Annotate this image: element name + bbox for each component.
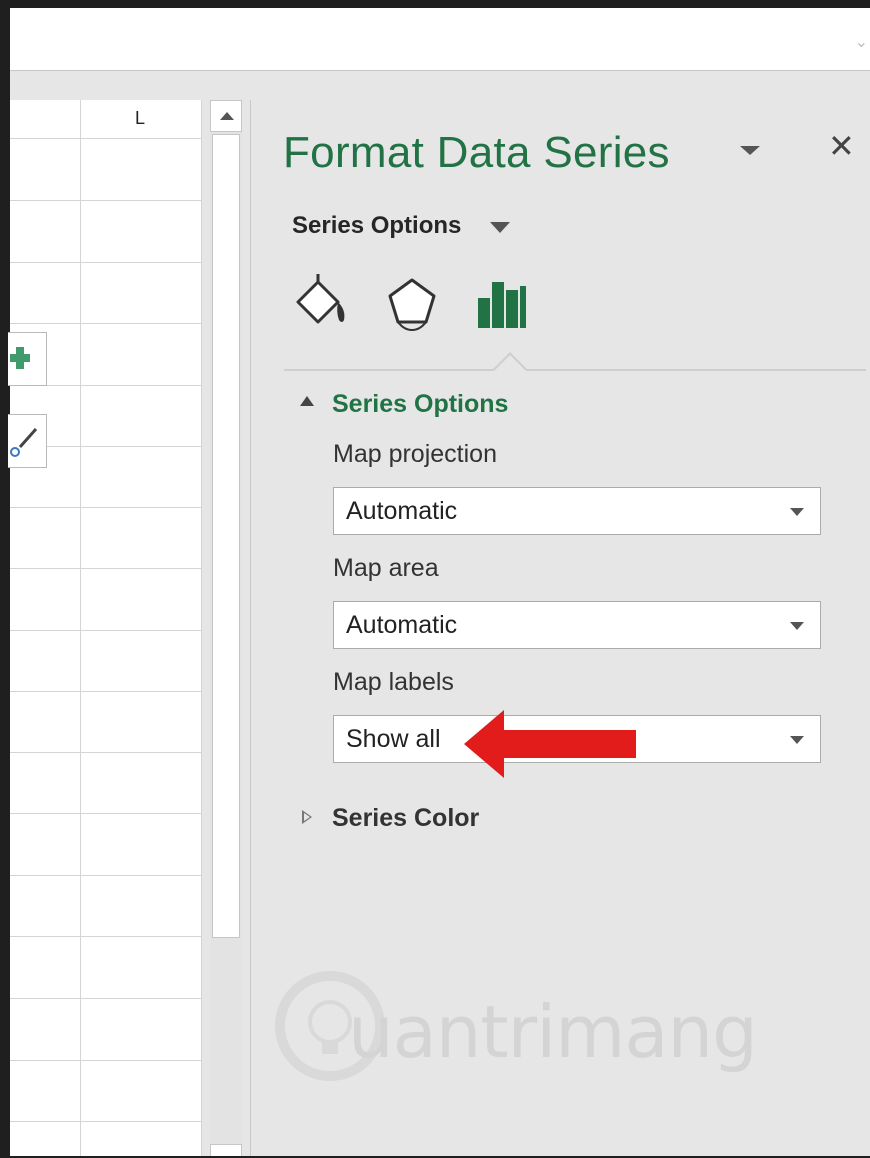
map-labels-label: Map labels (333, 668, 454, 696)
row-gridline (10, 875, 202, 876)
window-frame-left (0, 0, 10, 1158)
expand-formula-bar-chevron-icon[interactable]: ⌄ (855, 32, 868, 52)
plus-icon (10, 347, 30, 369)
section-series-color-header[interactable]: Series Color (332, 804, 479, 833)
row-gridline (10, 323, 202, 324)
row-gridline (10, 568, 202, 569)
pane-title: Format Data Series (283, 128, 670, 177)
paintbrush-icon (10, 428, 38, 457)
map-labels-value: Show all (346, 725, 441, 753)
map-projection-select[interactable]: Automatic (333, 487, 821, 535)
row-gridline (10, 752, 202, 753)
chevron-down-icon[interactable] (490, 222, 510, 233)
row-gridline (10, 998, 202, 999)
scroll-up-arrow-icon (220, 112, 234, 120)
watermark-text: uantrimang (348, 990, 758, 1074)
pane-separator (250, 100, 251, 1158)
tab-strip-divider (284, 369, 866, 371)
worksheet-grid[interactable] (10, 100, 202, 1158)
map-area-value: Automatic (346, 611, 458, 639)
row-gridline (10, 630, 202, 631)
window-frame-top (0, 0, 870, 8)
scrollbar-thumb[interactable] (212, 134, 240, 938)
map-area-select[interactable]: Automatic (333, 601, 821, 649)
row-gridline (10, 1060, 202, 1061)
row-gridline (10, 138, 202, 139)
column-header-row: L (10, 100, 202, 139)
column-header-l[interactable]: L (80, 100, 200, 138)
chevron-down-icon (790, 736, 804, 744)
row-gridline (10, 691, 202, 692)
chevron-down-icon (790, 508, 804, 516)
row-gridline (10, 200, 202, 201)
fill-bucket-icon[interactable] (292, 272, 352, 334)
pentagon-effects-icon[interactable] (382, 272, 442, 334)
map-projection-value: Automatic (346, 497, 458, 525)
chart-elements-button[interactable] (8, 332, 47, 386)
collapse-section-icon[interactable] (300, 396, 314, 406)
row-gridline (10, 813, 202, 814)
section-series-options-header[interactable]: Series Options (332, 390, 508, 419)
column-divider (80, 100, 81, 1158)
row-gridline (10, 1121, 202, 1122)
row-gridline (10, 936, 202, 937)
column-divider (201, 100, 202, 1158)
map-projection-label: Map projection (333, 440, 497, 468)
pane-options-caret-icon[interactable] (740, 146, 760, 155)
row-gridline (10, 507, 202, 508)
row-gridline (10, 262, 202, 263)
close-icon[interactable]: ✕ (828, 126, 855, 166)
map-area-label: Map area (333, 554, 439, 582)
chevron-down-icon (790, 622, 804, 630)
red-arrow-annotation (464, 710, 636, 778)
scroll-up-button[interactable] (210, 100, 242, 132)
chart-styles-button[interactable] (8, 414, 47, 468)
series-options-dropdown[interactable]: Series Options (292, 212, 461, 240)
formula-bar[interactable]: ⌄ (10, 8, 870, 71)
bar-chart-icon[interactable] (472, 272, 532, 334)
